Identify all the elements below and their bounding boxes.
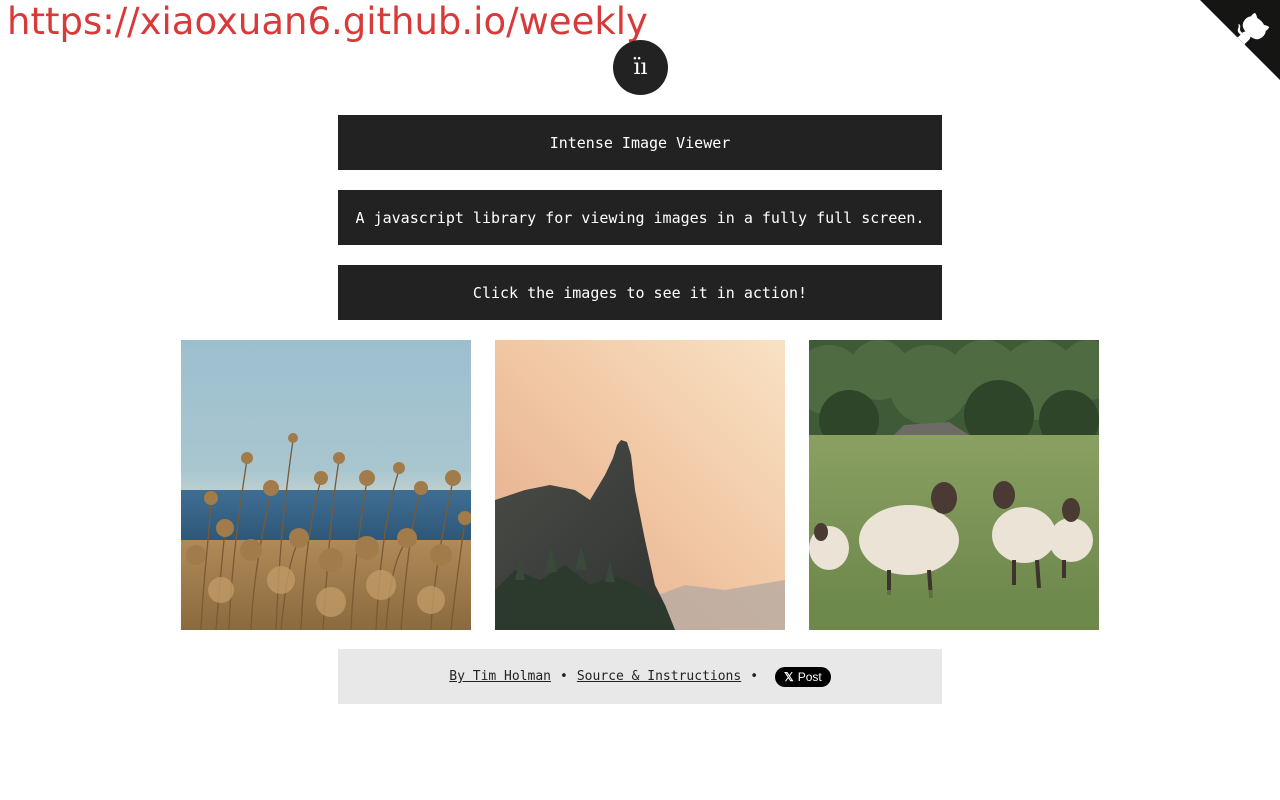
tweet-button-label: Post — [797, 669, 822, 684]
page-description: A javascript library for viewing images … — [338, 190, 942, 245]
footer-separator: • — [750, 669, 759, 684]
footer-separator: • — [560, 669, 568, 684]
gallery-image-flowers[interactable] — [181, 340, 471, 630]
x-logo-icon: 𝕏 — [784, 669, 794, 684]
gallery-image-sheep[interactable] — [809, 340, 1099, 630]
page-title: Intense Image Viewer — [338, 115, 942, 170]
author-link[interactable]: By Tim Holman — [449, 669, 551, 684]
github-corner-link[interactable] — [1200, 0, 1280, 80]
call-to-action: Click the images to see it in action! — [338, 265, 942, 320]
gallery-image-cliff[interactable] — [495, 340, 785, 630]
page-footer: By Tim Holman • Source & Instructions • … — [338, 649, 942, 704]
weekly-url-link[interactable]: https://xiaoxuan6.github.io/weekly — [7, 0, 648, 44]
call-to-action-text: Click the images to see it in action! — [472, 283, 808, 302]
intense-logo: ïı — [613, 40, 668, 95]
github-octocat-icon — [1200, 0, 1280, 80]
intense-logo-icon: ïı — [633, 54, 648, 80]
page-title-text: Intense Image Viewer — [549, 133, 731, 152]
tweet-button[interactable]: 𝕏 Post — [775, 666, 831, 687]
page-description-text: A javascript library for viewing images … — [355, 208, 925, 227]
source-instructions-link[interactable]: Source & Instructions — [577, 669, 741, 684]
